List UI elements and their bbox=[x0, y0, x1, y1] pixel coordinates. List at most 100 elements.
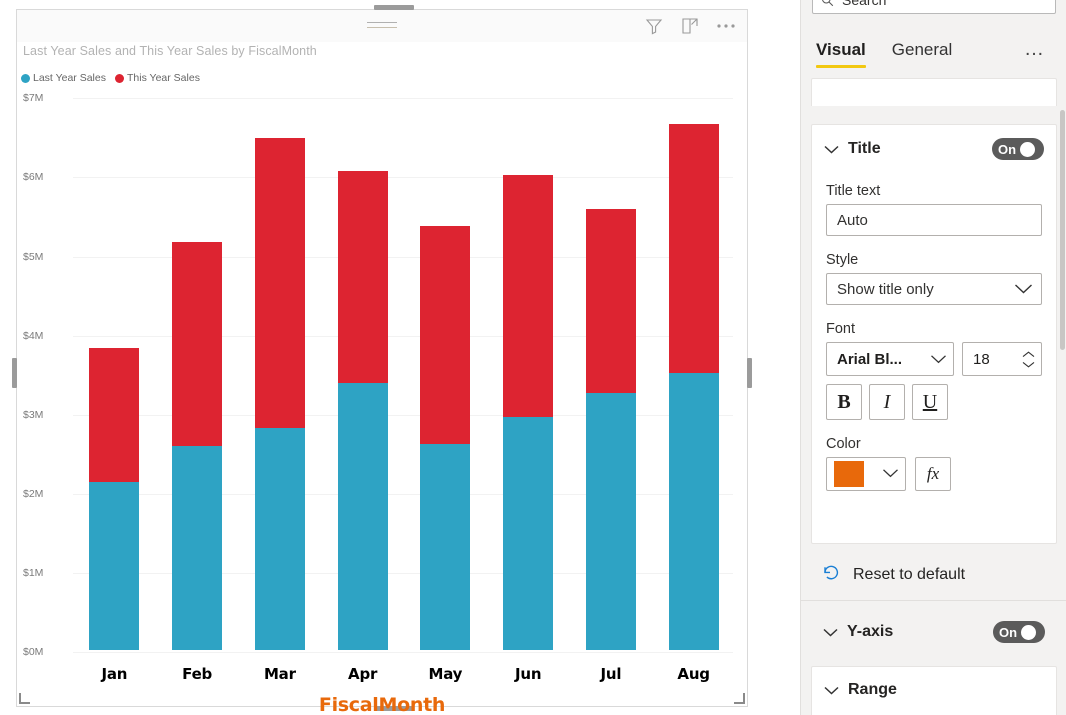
font-family-select[interactable]: Arial Bl... bbox=[826, 342, 954, 376]
bar-segment-last-year-sales[interactable] bbox=[338, 383, 388, 650]
bar-column[interactable] bbox=[503, 175, 553, 650]
bar-segment-this-year-sales[interactable] bbox=[503, 175, 553, 418]
format-pane: Search Visual General … Title On Title t… bbox=[800, 0, 1066, 715]
chevron-down-icon bbox=[1014, 281, 1033, 298]
chevron-down-icon bbox=[824, 145, 840, 154]
style-value: Show title only bbox=[837, 281, 934, 298]
bar-segment-this-year-sales[interactable] bbox=[89, 348, 139, 482]
bar-segment-this-year-sales[interactable] bbox=[255, 138, 305, 428]
style-label: Style bbox=[826, 252, 1056, 268]
chevron-up-icon bbox=[1022, 351, 1035, 358]
search-placeholder-text: Search bbox=[842, 0, 886, 8]
bar-segment-last-year-sales[interactable] bbox=[172, 446, 222, 650]
bar-segment-last-year-sales[interactable] bbox=[669, 373, 719, 650]
chevron-down-icon bbox=[823, 628, 839, 637]
bar-segment-last-year-sales[interactable] bbox=[255, 428, 305, 650]
x-axis-tick-label: Aug bbox=[654, 665, 734, 683]
font-style-buttons: B I U bbox=[826, 384, 1056, 420]
title-section-label: Title bbox=[848, 140, 881, 158]
undo-icon bbox=[821, 563, 841, 588]
y-axis-tick-label: $2M bbox=[23, 488, 67, 500]
bar-column[interactable] bbox=[586, 209, 636, 650]
y-axis-tick-label: $4M bbox=[23, 330, 67, 342]
tab-visual[interactable]: Visual bbox=[816, 40, 866, 66]
tabs-more-icon[interactable]: … bbox=[1024, 38, 1046, 69]
title-text-label: Title text bbox=[826, 183, 1056, 199]
y-axis-tick-label: $1M bbox=[23, 567, 67, 579]
reset-to-default-label: Reset to default bbox=[853, 566, 965, 584]
yaxis-section-header[interactable]: Y-axis On bbox=[811, 610, 1057, 654]
y-axis-tick-label: $3M bbox=[23, 409, 67, 421]
bar-segment-this-year-sales[interactable] bbox=[586, 209, 636, 393]
yaxis-toggle[interactable]: On bbox=[993, 621, 1045, 643]
bar-segment-this-year-sales[interactable] bbox=[338, 171, 388, 382]
bar-segment-this-year-sales[interactable] bbox=[420, 226, 470, 444]
range-section-label: Range bbox=[848, 681, 897, 699]
title-color-picker[interactable] bbox=[826, 457, 906, 491]
underline-button[interactable]: U bbox=[912, 384, 948, 420]
bar-segment-last-year-sales[interactable] bbox=[89, 482, 139, 650]
stacked-column-chart-visual[interactable]: Last Year Sales and This Year Sales by F… bbox=[16, 9, 748, 707]
title-toggle-label: On bbox=[996, 142, 1016, 157]
stepper-arrows[interactable] bbox=[1022, 351, 1035, 368]
bar-column[interactable] bbox=[172, 242, 222, 650]
x-axis-tick-label: Mar bbox=[240, 665, 320, 683]
yaxis-toggle-label: On bbox=[997, 625, 1017, 640]
y-axis-tick-label: $6M bbox=[23, 171, 67, 183]
bar-column[interactable] bbox=[669, 124, 719, 650]
reset-to-default-button[interactable]: Reset to default bbox=[811, 552, 1057, 598]
color-swatch bbox=[834, 461, 864, 487]
style-select[interactable]: Show title only bbox=[826, 273, 1042, 305]
bar-segment-last-year-sales[interactable] bbox=[503, 417, 553, 650]
color-label: Color bbox=[826, 436, 1056, 452]
title-section-header[interactable]: Title On bbox=[812, 125, 1056, 173]
bar-segment-last-year-sales[interactable] bbox=[586, 393, 636, 650]
bar-segment-this-year-sales[interactable] bbox=[172, 242, 222, 446]
font-row: Arial Bl... 18 bbox=[826, 342, 1042, 376]
search-icon bbox=[821, 0, 834, 7]
font-label: Font bbox=[826, 321, 1056, 337]
x-axis-tick-label: Jul bbox=[571, 665, 651, 683]
y-axis-tick-label: $5M bbox=[23, 251, 67, 263]
chevron-down-icon bbox=[882, 465, 899, 483]
chevron-down-icon bbox=[824, 686, 840, 695]
conditional-formatting-fx-button[interactable]: fx bbox=[915, 457, 951, 491]
bar-column[interactable] bbox=[420, 226, 470, 650]
toggle-knob bbox=[1020, 142, 1035, 157]
bold-button[interactable]: B bbox=[826, 384, 862, 420]
format-pane-tabs: Visual General … bbox=[801, 30, 1066, 76]
previous-section-card bbox=[811, 78, 1057, 106]
italic-button[interactable]: I bbox=[869, 384, 905, 420]
x-axis-tick-label: Jun bbox=[488, 665, 568, 683]
bar-segment-last-year-sales[interactable] bbox=[420, 444, 470, 650]
pane-divider bbox=[801, 600, 1066, 601]
bar-column[interactable] bbox=[255, 138, 305, 650]
x-axis-tick-label: Feb bbox=[157, 665, 237, 683]
format-pane-scrollbar[interactable] bbox=[1060, 110, 1065, 350]
bar-column[interactable] bbox=[89, 348, 139, 650]
tab-general[interactable]: General bbox=[892, 40, 952, 66]
color-row: fx bbox=[826, 457, 1042, 491]
range-section-card: Range bbox=[811, 666, 1057, 715]
x-axis-title: FiscalMonth bbox=[17, 694, 747, 715]
format-search-box[interactable]: Search bbox=[812, 0, 1056, 14]
x-axis-tick-label: Jan bbox=[74, 665, 154, 683]
chart-plot-area: $0M $1M $2M $3M $4M $5M $6M $7M JanFebMarAprMay… bbox=[17, 10, 747, 706]
x-axis-tick-label: Apr bbox=[323, 665, 403, 683]
bar-column[interactable] bbox=[338, 171, 388, 650]
y-axis-tick-label: $0M bbox=[23, 646, 67, 658]
font-size-stepper[interactable]: 18 bbox=[962, 342, 1042, 376]
report-canvas: Last Year Sales and This Year Sales by F… bbox=[0, 0, 800, 715]
power-bi-report-view: Last Year Sales and This Year Sales by F… bbox=[0, 0, 1066, 715]
chevron-down-icon bbox=[1022, 361, 1035, 368]
title-text-input[interactable]: Auto bbox=[826, 204, 1042, 236]
x-axis-tick-label: May bbox=[405, 665, 485, 683]
title-toggle[interactable]: On bbox=[992, 138, 1044, 160]
title-section-card: Title On Title text Auto Style Show titl… bbox=[811, 124, 1057, 544]
range-section-header[interactable]: Range bbox=[812, 667, 1056, 713]
bar-segment-this-year-sales[interactable] bbox=[669, 124, 719, 373]
resize-handle-right[interactable] bbox=[747, 358, 752, 388]
font-family-value: Arial Bl... bbox=[837, 351, 902, 368]
y-axis-tick-label: $7M bbox=[23, 92, 67, 104]
title-text-value: Auto bbox=[837, 212, 868, 229]
